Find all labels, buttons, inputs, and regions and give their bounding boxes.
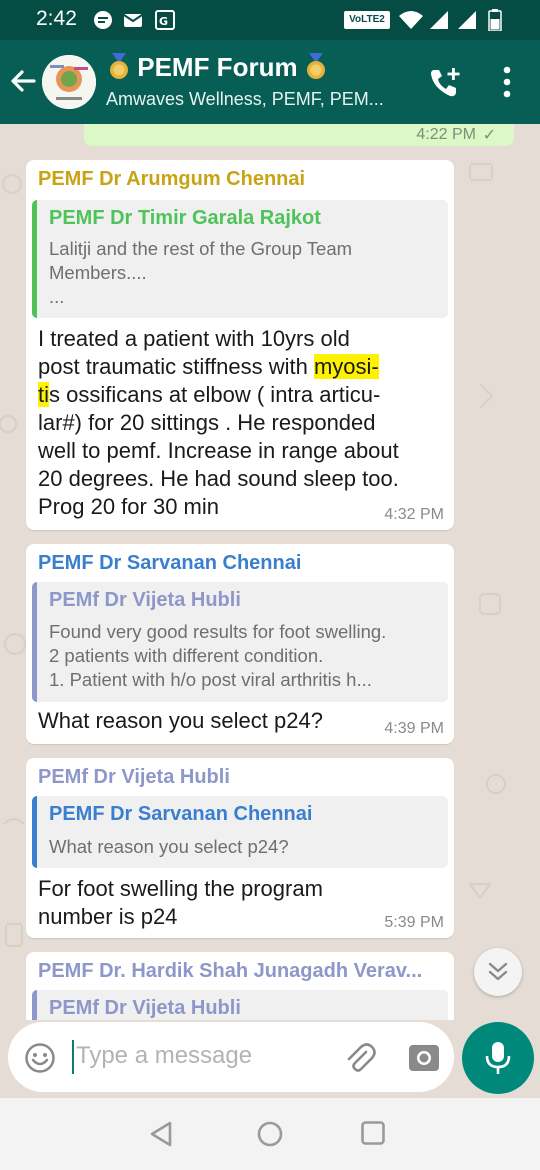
message-sender: PEMF Dr Sarvanan Chennai — [38, 552, 302, 574]
mail-icon — [123, 14, 143, 27]
composer-bar — [0, 1020, 540, 1098]
emoji-icon[interactable] — [24, 1042, 56, 1074]
translate-icon: G — [155, 10, 175, 30]
quote-text-line: 2 patients with different condition. — [49, 645, 324, 666]
double-chevron-down-icon — [488, 962, 508, 981]
message-text-line: tis ossificans at elbow ( intra articu- — [38, 382, 380, 408]
message-sender: PEMF Dr. Hardik Shah Junagadh Verav... — [38, 960, 423, 982]
quoted-message[interactable]: PEMf Dr Vijeta Hubli — [32, 990, 448, 1020]
group-name: PEMF Forum — [137, 52, 298, 82]
system-nav-bar — [0, 1098, 540, 1170]
add-call-icon[interactable] — [428, 66, 462, 100]
highlighted-text: ti — [38, 382, 49, 407]
chat-notification-icon — [94, 11, 112, 29]
medal-icon — [306, 53, 325, 79]
text-cursor — [72, 1040, 74, 1074]
quote-sender: PEMF Dr Timir Garala Rajkot — [49, 207, 321, 229]
message-text-line: well to pemf. Increase in range about — [38, 438, 399, 463]
scroll-to-bottom-button[interactable] — [474, 948, 522, 996]
chat-header: PEMF Forum Amwaves Wellness, PEMF, PEM..… — [0, 40, 540, 124]
message-text-line: post traumatic stiffness with myosi- — [38, 354, 379, 380]
message-sender: PEMf Dr Vijeta Hubli — [38, 766, 230, 788]
incoming-message[interactable]: PEMF Dr Sarvanan Chennai PEMf Dr Vijeta … — [26, 544, 454, 744]
mic-icon — [485, 1042, 511, 1074]
message-text-line: lar#) for 20 sittings . He responded — [38, 410, 376, 435]
quote-text-line: Lalitji and the rest of the Group Team — [49, 238, 353, 259]
voice-record-button[interactable] — [462, 1022, 534, 1094]
message-time: 4:39 PM — [384, 720, 444, 737]
incoming-message[interactable]: PEMf Dr Vijeta Hubli PEMF Dr Sarvanan Ch… — [26, 758, 454, 938]
message-text-line: For foot swelling the program — [38, 876, 323, 901]
quoted-message[interactable]: PEMF Dr Sarvanan Chennai What reason you… — [32, 796, 448, 868]
message-input[interactable] — [76, 1036, 326, 1076]
quote-text-line: Members.... — [49, 262, 147, 283]
quote-bar — [32, 200, 37, 318]
medal-icon — [110, 53, 128, 79]
signal-2-icon — [458, 11, 476, 29]
group-title[interactable]: PEMF Forum — [108, 52, 327, 83]
quote-text-line: ... — [49, 286, 65, 307]
wifi-icon — [399, 11, 423, 29]
back-arrow-icon[interactable] — [8, 64, 38, 98]
quote-bar — [32, 990, 37, 1020]
message-sender: PEMF Dr Arumgum Chennai — [38, 168, 306, 190]
message-time: 4:22 PM — [416, 126, 476, 143]
quote-sender: PEMF Dr Sarvanan Chennai — [49, 803, 313, 825]
status-time: 2:42 — [36, 7, 77, 30]
quote-text-line: Found very good results for foot swellin… — [49, 621, 387, 642]
battery-icon — [488, 9, 502, 31]
message-list[interactable]: 4:22 PM ✓ PEMF Dr Arumgum Chennai PEMF D… — [0, 124, 540, 1020]
message-text-line: number is p24 — [38, 904, 178, 929]
status-bar: 2:42 G VoLTE2 — [0, 0, 540, 40]
quote-bar — [32, 582, 37, 702]
group-avatar[interactable] — [42, 55, 96, 109]
quote-sender: PEMf Dr Vijeta Hubli — [49, 997, 241, 1019]
message-time: 5:39 PM — [384, 914, 444, 931]
nav-home-icon[interactable] — [256, 1120, 284, 1148]
highlighted-text: myosi- — [313, 354, 379, 379]
network-badge: VoLTE2 — [344, 11, 390, 29]
more-vert-icon[interactable] — [500, 66, 514, 98]
attach-icon[interactable] — [342, 1040, 376, 1074]
quote-bar — [32, 796, 37, 868]
message-time: 4:32 PM — [384, 506, 444, 523]
quoted-message[interactable]: PEMF Dr Timir Garala Rajkot Lalitji and … — [32, 200, 448, 318]
signal-1-icon — [430, 11, 448, 29]
outgoing-message[interactable]: 4:22 PM ✓ — [84, 124, 514, 146]
composer-field[interactable] — [8, 1022, 454, 1092]
nav-back-icon[interactable] — [148, 1120, 174, 1148]
message-text-line: 20 degrees. He had sound sleep too. — [38, 466, 399, 491]
group-participants[interactable]: Amwaves Wellness, PEMF, PEM... — [106, 89, 384, 110]
message-text-line: What reason you select p24? — [38, 708, 323, 733]
quote-sender: PEMf Dr Vijeta Hubli — [49, 589, 241, 611]
incoming-message[interactable]: PEMF Dr. Hardik Shah Junagadh Verav... P… — [26, 952, 454, 1020]
message-text-segment: s ossificans at elbow ( intra articu- — [49, 382, 381, 407]
message-text-line: I treated a patient with 10yrs old — [38, 326, 350, 351]
quote-text-line: 1. Patient with h/o post viral arthritis… — [49, 669, 372, 690]
svg-text:G: G — [159, 15, 168, 28]
read-tick-icon: ✓ — [482, 125, 496, 144]
quote-text-line: What reason you select p24? — [49, 836, 289, 857]
message-text-line: Prog 20 for 30 min — [38, 494, 219, 519]
quoted-message[interactable]: PEMf Dr Vijeta Hubli Found very good res… — [32, 582, 448, 702]
incoming-message[interactable]: PEMF Dr Arumgum Chennai PEMF Dr Timir Ga… — [26, 160, 454, 530]
nav-recent-icon[interactable] — [360, 1120, 386, 1146]
message-text-segment: post traumatic stiffness with — [38, 354, 314, 379]
camera-icon[interactable] — [408, 1042, 440, 1072]
